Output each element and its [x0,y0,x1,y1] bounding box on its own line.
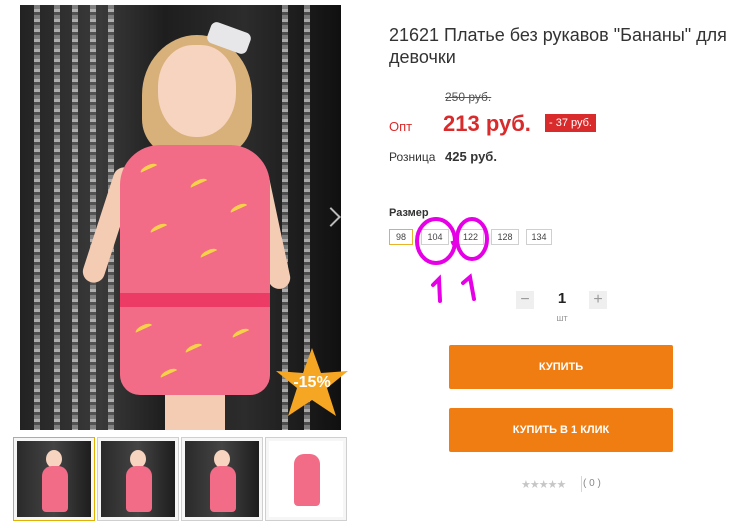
thumbnail-dress [210,466,236,512]
banana-dress [120,145,270,395]
discount-percent: -15% [293,374,331,391]
banana-print [139,161,159,177]
next-image-chevron-icon[interactable] [321,207,341,227]
banana-print [149,221,169,237]
size-option-134[interactable]: 134 [526,229,552,245]
quantity-unit: шт [556,313,568,323]
retail-price: 425 руб. [445,149,497,164]
thumbnail-strip [13,437,353,521]
quantity-decrease-button[interactable]: − [516,291,534,309]
thumbnail-item[interactable] [97,437,179,521]
thumbnail-dress [294,454,320,506]
rating-count: ( 0 ) [583,478,601,489]
wholesale-label: Опт [389,119,413,134]
thumbnail-item[interactable] [265,437,347,521]
girl-legs [165,390,225,430]
curtain-strand [54,5,60,430]
curtain-strand [34,5,40,430]
banana-print [184,341,204,357]
old-price: 250 руб. [445,90,492,104]
dress-waistband [120,293,270,307]
rating-stars[interactable]: ★★★★★ [521,478,566,491]
thumbnail-item[interactable] [13,437,95,521]
banana-print [231,326,251,342]
curtain-strand [90,5,96,430]
buy-one-click-button[interactable]: КУПИТЬ В 1 КЛИК [449,408,673,452]
handwritten-annotation [415,217,489,303]
quantity-increase-button[interactable]: + [589,291,607,309]
buy-button[interactable]: КУПИТЬ [449,345,673,389]
banana-print [199,246,219,262]
wholesale-price: 213 руб. [443,111,531,136]
rating-divider [581,476,582,492]
thumbnail-dress [42,466,68,512]
banana-print [229,201,249,217]
banana-print [134,321,154,337]
quantity-value[interactable]: 1 [553,290,571,307]
thumbnail-dress [126,466,152,512]
thumbnail-item[interactable] [181,437,263,521]
curtain-strand [72,5,78,430]
banana-print [189,176,209,192]
banana-print [159,366,179,382]
retail-label: Розница [389,150,436,164]
discount-badge: - 37 руб. [545,114,596,132]
girl-face [158,45,236,137]
product-title: 21621 Платье без рукавов "Бананы" для де… [389,25,727,67]
